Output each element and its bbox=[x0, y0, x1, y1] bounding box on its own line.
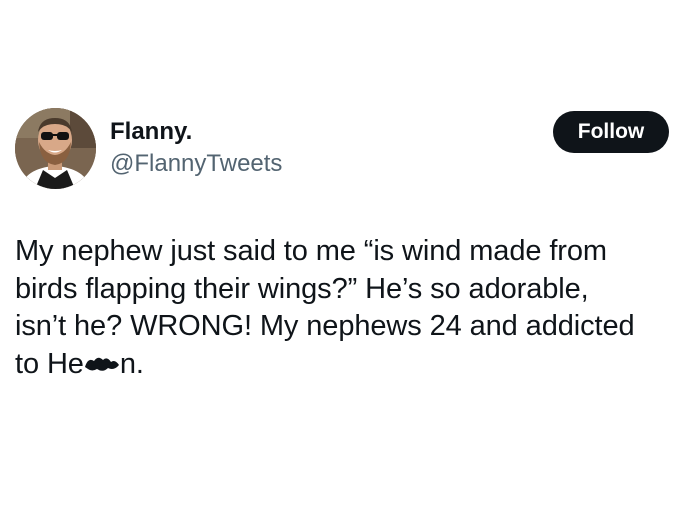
tweet-text-line-3: isn’t he? WRONG! My nephews 24 and addic… bbox=[15, 310, 635, 342]
tweet-text-line-4: to He n. bbox=[15, 346, 685, 384]
tweet-text-line-2: birds flapping their wings?” He’s so ado… bbox=[15, 272, 589, 305]
tweet-text: My nephew just said to me “is wind made … bbox=[15, 233, 685, 383]
tweet-text-line-4-suffix: n. bbox=[119, 347, 144, 380]
author-display-name[interactable]: Flanny. bbox=[110, 117, 192, 147]
avatar[interactable] bbox=[15, 108, 96, 189]
avatar-photo-icon bbox=[15, 108, 96, 189]
tweet-card: Flanny. @FlannyTweets Follow My nephew j… bbox=[0, 0, 700, 521]
tweet-text-line-4-prefix: to He bbox=[15, 347, 84, 380]
scribble-redaction-icon bbox=[84, 353, 120, 375]
tweet-text-line-1: My nephew just said to me “is wind made … bbox=[15, 235, 607, 267]
follow-button[interactable]: Follow bbox=[553, 111, 669, 153]
author-handle[interactable]: @FlannyTweets bbox=[110, 149, 282, 179]
